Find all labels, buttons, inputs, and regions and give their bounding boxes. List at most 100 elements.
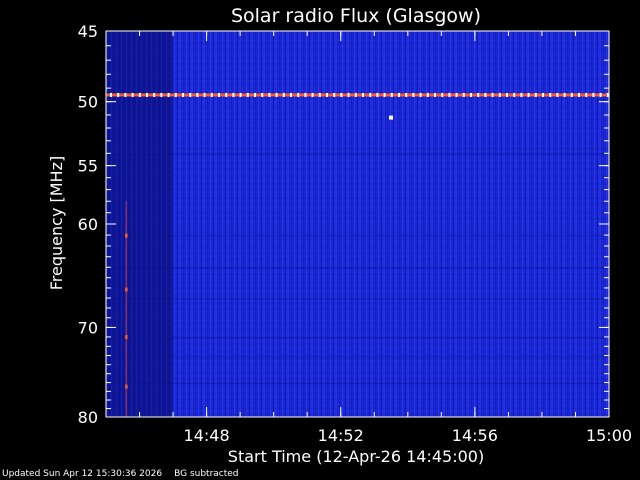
x-tick-label: 14:48 — [184, 426, 230, 445]
interference-dot — [153, 92, 156, 97]
interference-dot — [369, 92, 372, 97]
interference-dot — [513, 92, 516, 97]
streak-hotspot — [125, 233, 128, 238]
interference-dot — [520, 92, 523, 97]
interference-dot — [376, 92, 379, 97]
interference-dot — [549, 92, 552, 97]
interference-dot — [592, 92, 595, 97]
interference-dot — [441, 92, 444, 97]
interference-dot — [340, 92, 343, 97]
streak-hotspot — [125, 335, 128, 340]
y-tick-label: 60 — [78, 215, 98, 234]
interference-dot — [189, 92, 192, 97]
interference-dot — [470, 92, 472, 97]
interference-dot — [347, 92, 350, 97]
x-tick-label: 14:56 — [452, 426, 498, 445]
interference-dot — [491, 92, 494, 97]
y-axis-label: Frequency [MHz] — [47, 156, 66, 290]
y-tick-label: 45 — [78, 22, 98, 41]
interference-dot — [599, 92, 602, 97]
interference-dot — [462, 92, 465, 97]
interference-dot — [484, 92, 487, 97]
interference-dot — [570, 92, 573, 97]
interference-dot — [290, 92, 292, 97]
y-tick-label: 80 — [78, 408, 98, 427]
interference-dot — [297, 92, 300, 97]
band-texture — [106, 336, 609, 339]
interference-dot — [578, 92, 580, 97]
interference-dot — [218, 92, 220, 97]
interference-dot — [239, 92, 242, 97]
interference-dot — [434, 92, 436, 97]
interference-dot — [167, 92, 170, 97]
interference-dot — [311, 92, 314, 97]
streak-hotspot — [125, 287, 128, 292]
interference-dot — [182, 92, 184, 97]
bright-point — [389, 115, 394, 120]
interference-dot — [534, 92, 537, 97]
interference-dot — [254, 92, 256, 97]
interference-dot — [563, 92, 566, 97]
x-tick-label: 14:52 — [318, 426, 364, 445]
interference-dot — [225, 92, 228, 97]
interference-dot — [318, 92, 321, 97]
interference-dot — [282, 92, 285, 97]
band-texture — [106, 382, 609, 385]
interference-dot — [261, 92, 264, 97]
interference-line — [106, 93, 609, 97]
interference-dot — [362, 92, 364, 97]
interference-dot — [275, 92, 278, 97]
interference-dot — [585, 92, 588, 97]
interference-dot — [326, 92, 328, 97]
y-tick-label: 50 — [78, 93, 98, 112]
interference-dot — [110, 92, 112, 97]
dark-region — [106, 31, 174, 417]
interference-dot — [210, 92, 213, 97]
interference-dot — [448, 92, 451, 97]
x-tick-label: 15:00 — [586, 426, 632, 445]
band-texture — [106, 355, 609, 358]
interference-dot — [246, 92, 249, 97]
interference-dot — [383, 92, 386, 97]
interference-dot — [455, 92, 458, 97]
y-tick-label: 70 — [78, 318, 98, 337]
interference-dot — [527, 92, 530, 97]
band-texture — [106, 298, 609, 300]
footer-updated: Updated Sun Apr 12 15:30:36 2026 — [2, 469, 163, 479]
spectrogram-chart: 14:48 14:52 14:56 15:00 45 50 55 60 70 80 Solar … — [47, 5, 632, 466]
footer-note: BG subtracted — [174, 469, 239, 479]
interference-dot — [304, 92, 307, 97]
interference-dot — [196, 92, 199, 97]
footer: Updated Sun Apr 12 15:30:36 2026 BG subtr… — [2, 469, 251, 479]
plot-area — [106, 31, 609, 417]
interference-dot — [506, 92, 508, 97]
interference-dot — [268, 92, 271, 97]
interference-dot — [146, 92, 148, 97]
interference-dot — [419, 92, 422, 97]
interference-dot — [138, 92, 141, 97]
interference-dot — [556, 92, 559, 97]
interference-dot — [426, 92, 429, 97]
interference-dot — [412, 92, 415, 97]
band-texture — [106, 153, 609, 155]
interference-dot — [333, 92, 336, 97]
x-axis-label: Start Time (12-Apr-26 14:45:00) — [228, 447, 484, 466]
interference-dot — [398, 92, 400, 97]
interference-dot — [232, 92, 235, 97]
interference-dot — [354, 92, 357, 97]
interference-dot — [160, 92, 163, 97]
y-tick-label: 55 — [78, 157, 98, 176]
interference-dot — [477, 92, 480, 97]
interference-dot — [405, 92, 408, 97]
interference-dot — [174, 92, 177, 97]
spectrogram-texture-overlay — [106, 31, 609, 417]
interference-dot — [390, 92, 393, 97]
interference-dot — [117, 92, 120, 97]
streak-hotspot — [125, 384, 128, 389]
band-texture — [106, 267, 609, 269]
interference-dot — [498, 92, 501, 97]
band-texture — [106, 235, 609, 237]
interference-dot — [542, 92, 544, 97]
interference-dot — [124, 92, 127, 97]
interference-dot — [131, 92, 134, 97]
